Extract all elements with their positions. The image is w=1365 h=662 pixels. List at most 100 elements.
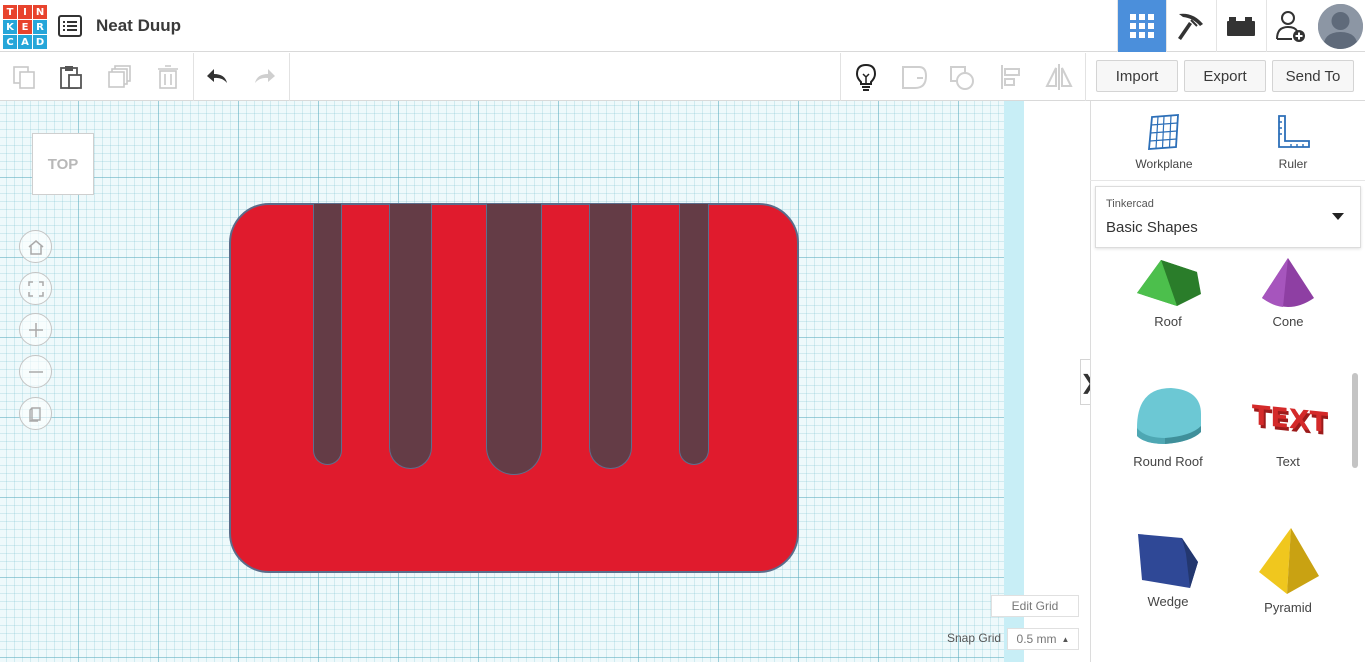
bricks-button[interactable]	[1216, 0, 1265, 52]
logo-letter: R	[33, 20, 47, 34]
workplane-tool[interactable]: Workplane	[1114, 113, 1214, 171]
delete-button[interactable]	[154, 63, 182, 91]
toolbar-separator	[193, 53, 194, 101]
align-button[interactable]	[998, 63, 1026, 91]
dropdown-caret-icon	[1332, 213, 1344, 220]
bricks-icon	[1227, 17, 1255, 36]
add-user-icon	[1276, 11, 1305, 42]
snap-grid-label: Snap Grid	[947, 631, 1002, 645]
snap-grid-value: 0.5 mm	[1016, 632, 1057, 646]
toolbar-separator	[840, 53, 841, 101]
round-roof-shape-icon	[1137, 388, 1201, 444]
top-bar: T I N K E R C A D Neat Duup	[0, 0, 1365, 52]
undo-button[interactable]	[204, 63, 232, 91]
caret-up-icon: ▲	[1061, 634, 1070, 644]
shape-label: Text	[1276, 454, 1300, 469]
zoom-out-button[interactable]	[19, 355, 52, 388]
duplicate-button[interactable]	[106, 63, 134, 91]
redo-icon	[255, 69, 275, 83]
group-button[interactable]	[900, 63, 928, 91]
user-avatar[interactable]	[1318, 4, 1363, 49]
notes-button[interactable]	[852, 63, 880, 91]
shape-category-select[interactable]: Tinkercad Basic Shapes	[1095, 186, 1361, 248]
fit-view-button[interactable]	[19, 272, 52, 305]
paste-icon	[60, 66, 82, 89]
export-button[interactable]: Export	[1184, 60, 1266, 92]
category-source: Tinkercad	[1106, 198, 1154, 210]
hole-shape-5[interactable]	[679, 204, 709, 465]
paste-button[interactable]	[57, 63, 85, 91]
pickaxe-icon	[1178, 13, 1203, 40]
roof-shape-icon	[1137, 260, 1201, 306]
send-to-button[interactable]: Send To	[1272, 60, 1354, 92]
ungroup-icon	[950, 66, 974, 90]
snap-grid-select[interactable]: 0.5 mm ▲	[1007, 628, 1079, 650]
zoom-out-icon	[28, 370, 43, 373]
shape-wedge[interactable]: Wedge	[1113, 524, 1223, 609]
delete-icon	[158, 65, 178, 89]
workplane-icon	[1148, 114, 1179, 150]
duplicate-icon	[108, 65, 131, 88]
undo-icon	[207, 69, 227, 83]
perspective-button[interactable]	[19, 397, 52, 430]
shape-pyramid[interactable]: Pyramid	[1233, 524, 1343, 615]
zoom-in-icon	[28, 322, 43, 337]
ruler-label: Ruler	[1278, 157, 1308, 171]
category-name: Basic Shapes	[1106, 219, 1198, 236]
zoom-in-button[interactable]	[19, 313, 52, 346]
ruler-icon	[1278, 115, 1310, 148]
shape-label: Round Roof	[1133, 454, 1203, 469]
logo-letter: N	[33, 5, 47, 19]
group-icon	[902, 66, 928, 89]
shape-text[interactable]: TEXT TEXT Text	[1233, 382, 1343, 469]
toolbar-separator	[289, 53, 290, 101]
lightbulb-icon	[855, 63, 877, 91]
copy-icon	[13, 66, 35, 89]
shape-round-roof[interactable]: Round Roof	[1113, 382, 1223, 469]
import-button[interactable]: Import	[1096, 60, 1178, 92]
add-user-button[interactable]	[1266, 0, 1315, 52]
edit-toolbar: Import Export Send To	[0, 53, 1365, 101]
pyramid-shape-icon	[1259, 528, 1319, 594]
mirror-icon	[1045, 64, 1073, 90]
logo-letter: D	[33, 35, 47, 49]
redo-button[interactable]	[250, 63, 278, 91]
logo-letter: K	[3, 20, 17, 34]
fit-icon	[27, 280, 44, 297]
shape-cone[interactable]: Cone	[1233, 258, 1343, 329]
ungroup-button[interactable]	[948, 63, 976, 91]
copy-button[interactable]	[10, 63, 38, 91]
ruler-tool[interactable]: Ruler	[1243, 113, 1343, 171]
workplane-edge	[1004, 101, 1024, 662]
hole-shape-1[interactable]	[313, 204, 342, 465]
pickaxe-button[interactable]	[1166, 0, 1215, 52]
text-shape-icon: TEXT TEXT	[1252, 400, 1328, 442]
perspective-icon	[28, 406, 41, 422]
home-icon	[28, 239, 43, 255]
tinkercad-logo[interactable]: T I N K E R C A D	[3, 5, 47, 49]
shape-label: Cone	[1272, 314, 1304, 329]
edit-grid-button[interactable]: Edit Grid	[991, 595, 1079, 617]
logo-letter: I	[18, 5, 32, 19]
wedge-shape-icon	[1138, 534, 1198, 588]
hole-shape-4[interactable]	[589, 204, 632, 469]
design-list-icon[interactable]	[58, 15, 82, 37]
mirror-button[interactable]	[1045, 63, 1073, 91]
cone-shape-icon	[1262, 258, 1314, 307]
hole-shape-2[interactable]	[389, 204, 432, 469]
home-view-button[interactable]	[19, 230, 52, 263]
hole-shape-3[interactable]	[486, 204, 542, 475]
logo-letter: T	[3, 5, 17, 19]
workplane-label: Workplane	[1135, 157, 1193, 171]
align-icon	[1001, 65, 1020, 89]
logo-letter: A	[18, 35, 32, 49]
toolbar-separator	[1085, 53, 1086, 101]
logo-letter: C	[3, 35, 17, 49]
panel-divider	[1090, 180, 1365, 181]
view-cube[interactable]: TOP	[32, 133, 94, 195]
shape-roof[interactable]: Roof	[1113, 258, 1223, 329]
design-title[interactable]: Neat Duup	[96, 16, 181, 36]
grid-view-button[interactable]	[1117, 0, 1166, 52]
panel-scrollbar[interactable]	[1352, 373, 1358, 468]
shape-label: Roof	[1154, 314, 1182, 329]
